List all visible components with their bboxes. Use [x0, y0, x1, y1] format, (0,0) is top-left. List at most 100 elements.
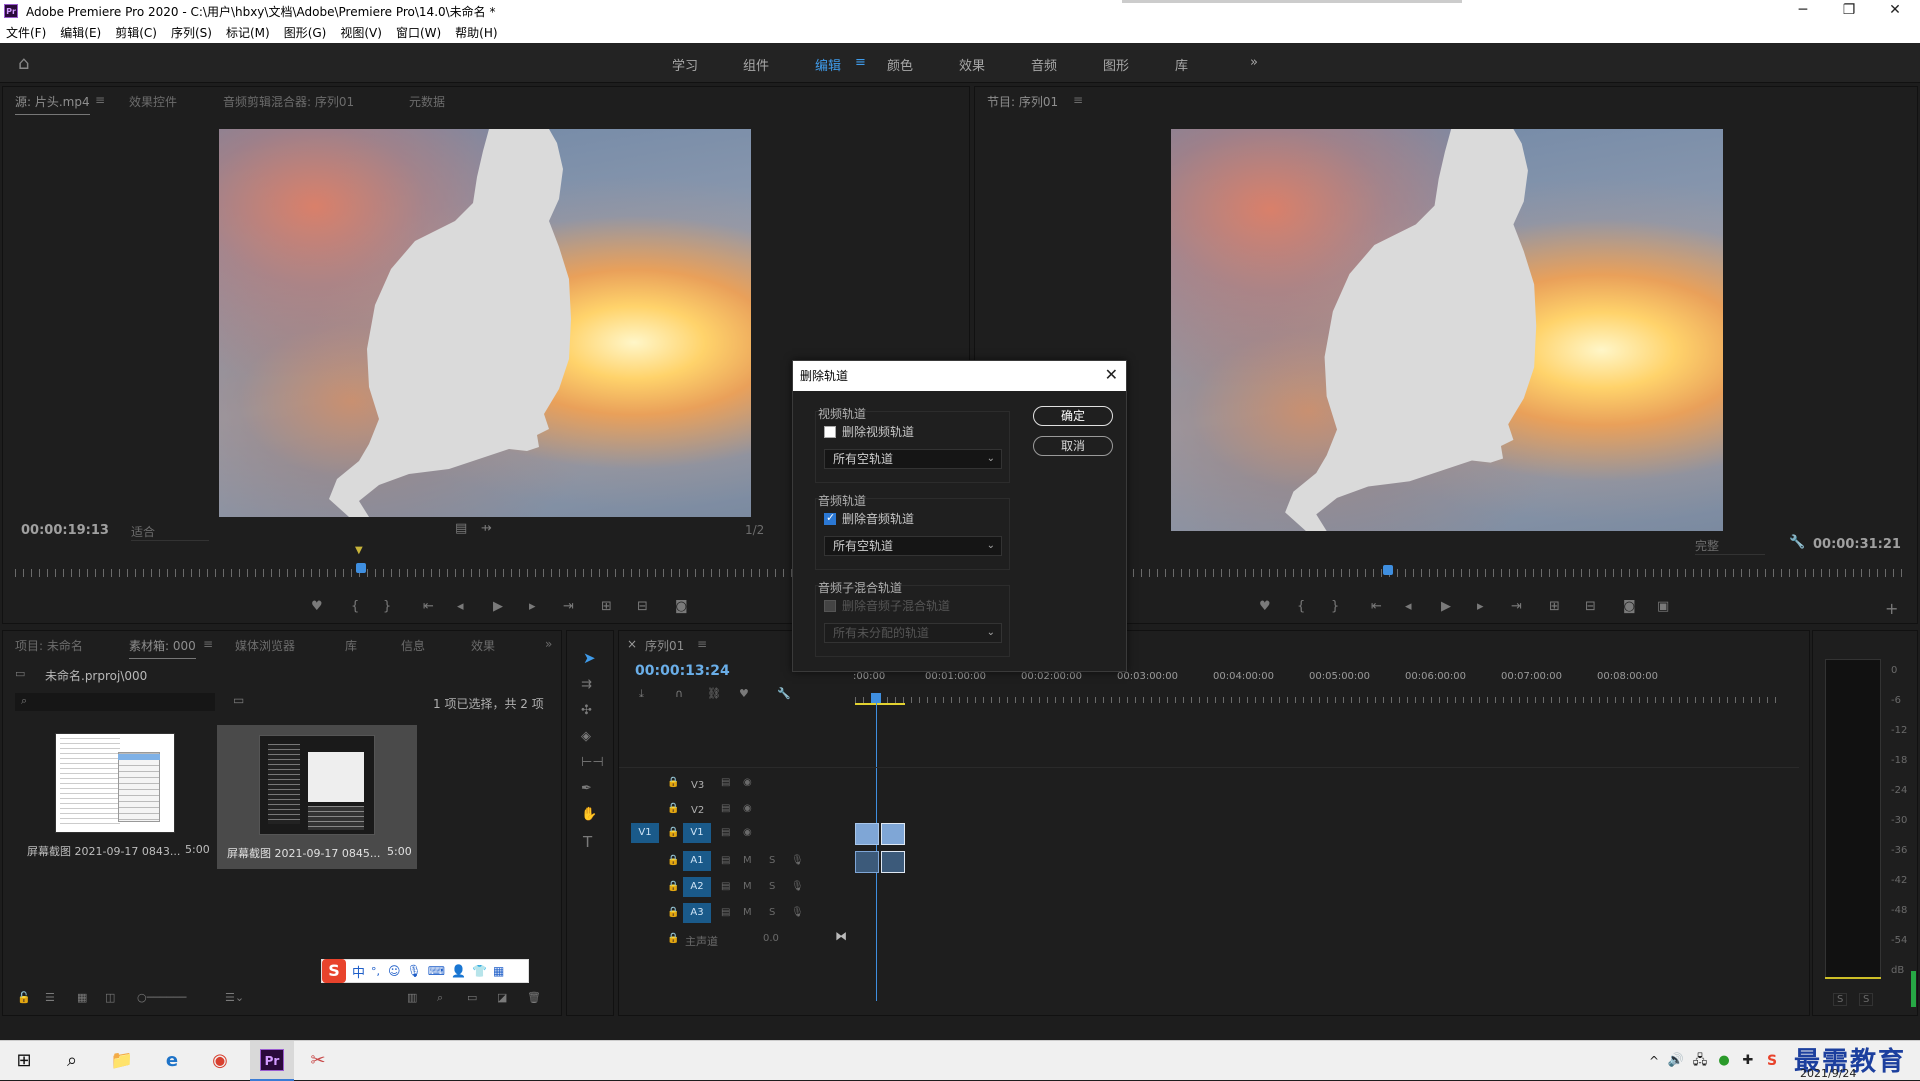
- lock-icon[interactable]: 🔒: [667, 777, 679, 788]
- tab-effect-controls[interactable]: 效果控件: [129, 93, 177, 110]
- lock-icon[interactable]: 🔒: [667, 855, 679, 866]
- program-mark-out-icon[interactable]: }: [1331, 599, 1339, 614]
- menu-sequence[interactable]: 序列(S): [171, 24, 212, 41]
- menu-graphics[interactable]: 图形(G): [284, 24, 327, 41]
- track-label-a1[interactable]: A1: [683, 851, 711, 871]
- go-to-in-icon[interactable]: ⇤: [423, 599, 434, 614]
- eye-icon[interactable]: ◉: [743, 827, 752, 838]
- edge-icon[interactable]: e: [158, 1047, 186, 1075]
- tab-program[interactable]: 节目: 序列01: [987, 93, 1058, 110]
- sync-lock-icon[interactable]: ▤: [721, 777, 730, 788]
- source-fit-dropdown[interactable]: 适合: [131, 523, 209, 541]
- track-select-tool-icon[interactable]: ⇉: [581, 677, 592, 692]
- sogou-tray-icon[interactable]: S: [1758, 1047, 1786, 1075]
- program-playhead[interactable]: [1383, 565, 1393, 575]
- maximize-icon[interactable]: ❐: [1826, 0, 1872, 22]
- selection-tool-icon[interactable]: ➤: [583, 649, 596, 667]
- file-explorer-icon[interactable]: 📁: [108, 1047, 136, 1075]
- menu-window[interactable]: 窗口(W): [396, 24, 441, 41]
- timeline-marker-icon[interactable]: ♥: [739, 687, 749, 700]
- sync-lock-icon[interactable]: ▤: [721, 881, 730, 892]
- program-add-marker-icon[interactable]: ♥: [1259, 599, 1271, 614]
- workspace-effects[interactable]: 效果: [959, 55, 985, 74]
- program-mark-in-icon[interactable]: {: [1297, 599, 1305, 614]
- new-item-icon[interactable]: ◪: [497, 991, 507, 1004]
- video-clip[interactable]: [855, 823, 879, 845]
- mark-out-icon[interactable]: }: [383, 599, 391, 614]
- write-protect-icon[interactable]: 🔓: [17, 991, 31, 1004]
- tab-sequence[interactable]: 序列01: [645, 637, 684, 654]
- list-view-icon[interactable]: ☰: [45, 991, 55, 1004]
- sync-lock-icon[interactable]: ▤: [721, 855, 730, 866]
- track-label-v2[interactable]: V2: [691, 805, 704, 816]
- nest-icon[interactable]: ⤓: [639, 687, 644, 701]
- sogou-logo-icon[interactable]: S: [322, 959, 346, 983]
- lock-icon[interactable]: 🔒: [667, 827, 679, 838]
- tab-info[interactable]: 信息: [401, 637, 425, 654]
- go-to-out-icon[interactable]: ⇥: [563, 599, 574, 614]
- menu-clip[interactable]: 剪辑(C): [115, 24, 157, 41]
- solo-right-button[interactable]: S: [1859, 993, 1874, 1006]
- razor-tool-icon[interactable]: ◈: [581, 729, 591, 744]
- mark-in-icon[interactable]: {: [351, 599, 359, 614]
- home-icon[interactable]: ⌂: [18, 53, 38, 74]
- workspace-graphics[interactable]: 图形: [1103, 55, 1129, 74]
- tab-effects[interactable]: 效果: [471, 637, 495, 654]
- sort-icon[interactable]: ☰⌄: [225, 991, 244, 1004]
- microphone-icon[interactable]: 🎙: [791, 907, 804, 918]
- checkbox-box[interactable]: [824, 511, 836, 525]
- close-sequence-icon[interactable]: ×: [627, 637, 637, 651]
- pen-tool-icon[interactable]: ✒: [581, 781, 592, 796]
- lock-icon[interactable]: 🔒: [667, 881, 679, 892]
- timeline-time-ruler[interactable]: [855, 697, 1781, 703]
- mute-button[interactable]: M: [743, 907, 752, 918]
- solo-button[interactable]: S: [769, 907, 775, 918]
- tab-source[interactable]: 源: 片头.mp4: [15, 93, 90, 115]
- find-icon[interactable]: ⌕: [437, 991, 443, 1005]
- more-workspaces-icon[interactable]: »: [1250, 55, 1258, 70]
- work-area-bar[interactable]: [855, 703, 905, 705]
- program-go-to-out-icon[interactable]: ⇥: [1511, 599, 1522, 614]
- source-resolution-dropdown[interactable]: 1/2: [745, 523, 764, 537]
- extract-icon[interactable]: ⊟: [1585, 599, 1596, 614]
- new-bin-icon[interactable]: ▭: [467, 991, 477, 1004]
- project-item[interactable]: 屏幕截图 2021-09-17 0843... 5:00: [15, 725, 215, 865]
- checkbox-box[interactable]: [824, 425, 836, 438]
- step-forward-icon[interactable]: ▸: [529, 599, 536, 614]
- dialog-close-icon[interactable]: ✕: [1105, 365, 1118, 384]
- add-marker-icon[interactable]: ♥: [311, 599, 323, 614]
- search-icon[interactable]: ⌕: [58, 1047, 86, 1075]
- program-step-back-icon[interactable]: ◂: [1405, 599, 1412, 614]
- ime-punctuation[interactable]: °,: [371, 965, 380, 978]
- sync-lock-icon[interactable]: ▤: [721, 827, 730, 838]
- export-frame-icon[interactable]: ◙: [675, 599, 688, 614]
- program-fit-dropdown[interactable]: 完整: [1695, 537, 1765, 555]
- clock-area[interactable]: 最需教育 2021/9/24: [1790, 1041, 1910, 1081]
- menu-marker[interactable]: 标记(M): [226, 24, 270, 41]
- user-icon[interactable]: 👤: [451, 964, 466, 978]
- panel-overflow-icon[interactable]: »: [545, 637, 552, 651]
- workspace-libraries[interactable]: 库: [1175, 55, 1188, 74]
- track-label-a2[interactable]: A2: [683, 877, 711, 897]
- sync-lock-icon[interactable]: ▤: [721, 803, 730, 814]
- go-to-end-icon[interactable]: ⧓: [835, 929, 847, 943]
- hand-tool-icon[interactable]: ✋: [581, 807, 597, 822]
- ime-toolbar[interactable]: S 中 °, ☺ 🎙 ⌨ 👤 👕 ▦: [321, 959, 529, 983]
- emoji-icon[interactable]: ☺: [388, 964, 401, 978]
- overwrite-icon[interactable]: ⊟: [637, 599, 648, 614]
- trash-icon[interactable]: 🗑: [527, 991, 541, 1004]
- source-playhead[interactable]: [356, 563, 366, 573]
- comparison-view-icon[interactable]: ▣: [1657, 599, 1669, 614]
- track-label-v3[interactable]: V3: [691, 780, 704, 791]
- timeline-timecode[interactable]: 00:00:13:24: [635, 663, 730, 679]
- track-label-v1[interactable]: V1: [683, 823, 711, 843]
- workspace-assembly[interactable]: 组件: [743, 55, 769, 74]
- program-menu-icon[interactable]: ≡: [1073, 93, 1083, 107]
- tab-libraries[interactable]: 库: [345, 637, 357, 654]
- program-time-ruler[interactable]: [1125, 569, 1905, 577]
- workspace-learn[interactable]: 学习: [672, 55, 698, 74]
- tab-metadata[interactable]: 元数据: [409, 93, 445, 110]
- snipping-tool-icon[interactable]: ✂: [304, 1047, 332, 1075]
- linked-selection-icon[interactable]: ⛓: [707, 687, 721, 700]
- track-label-a3[interactable]: A3: [683, 903, 711, 923]
